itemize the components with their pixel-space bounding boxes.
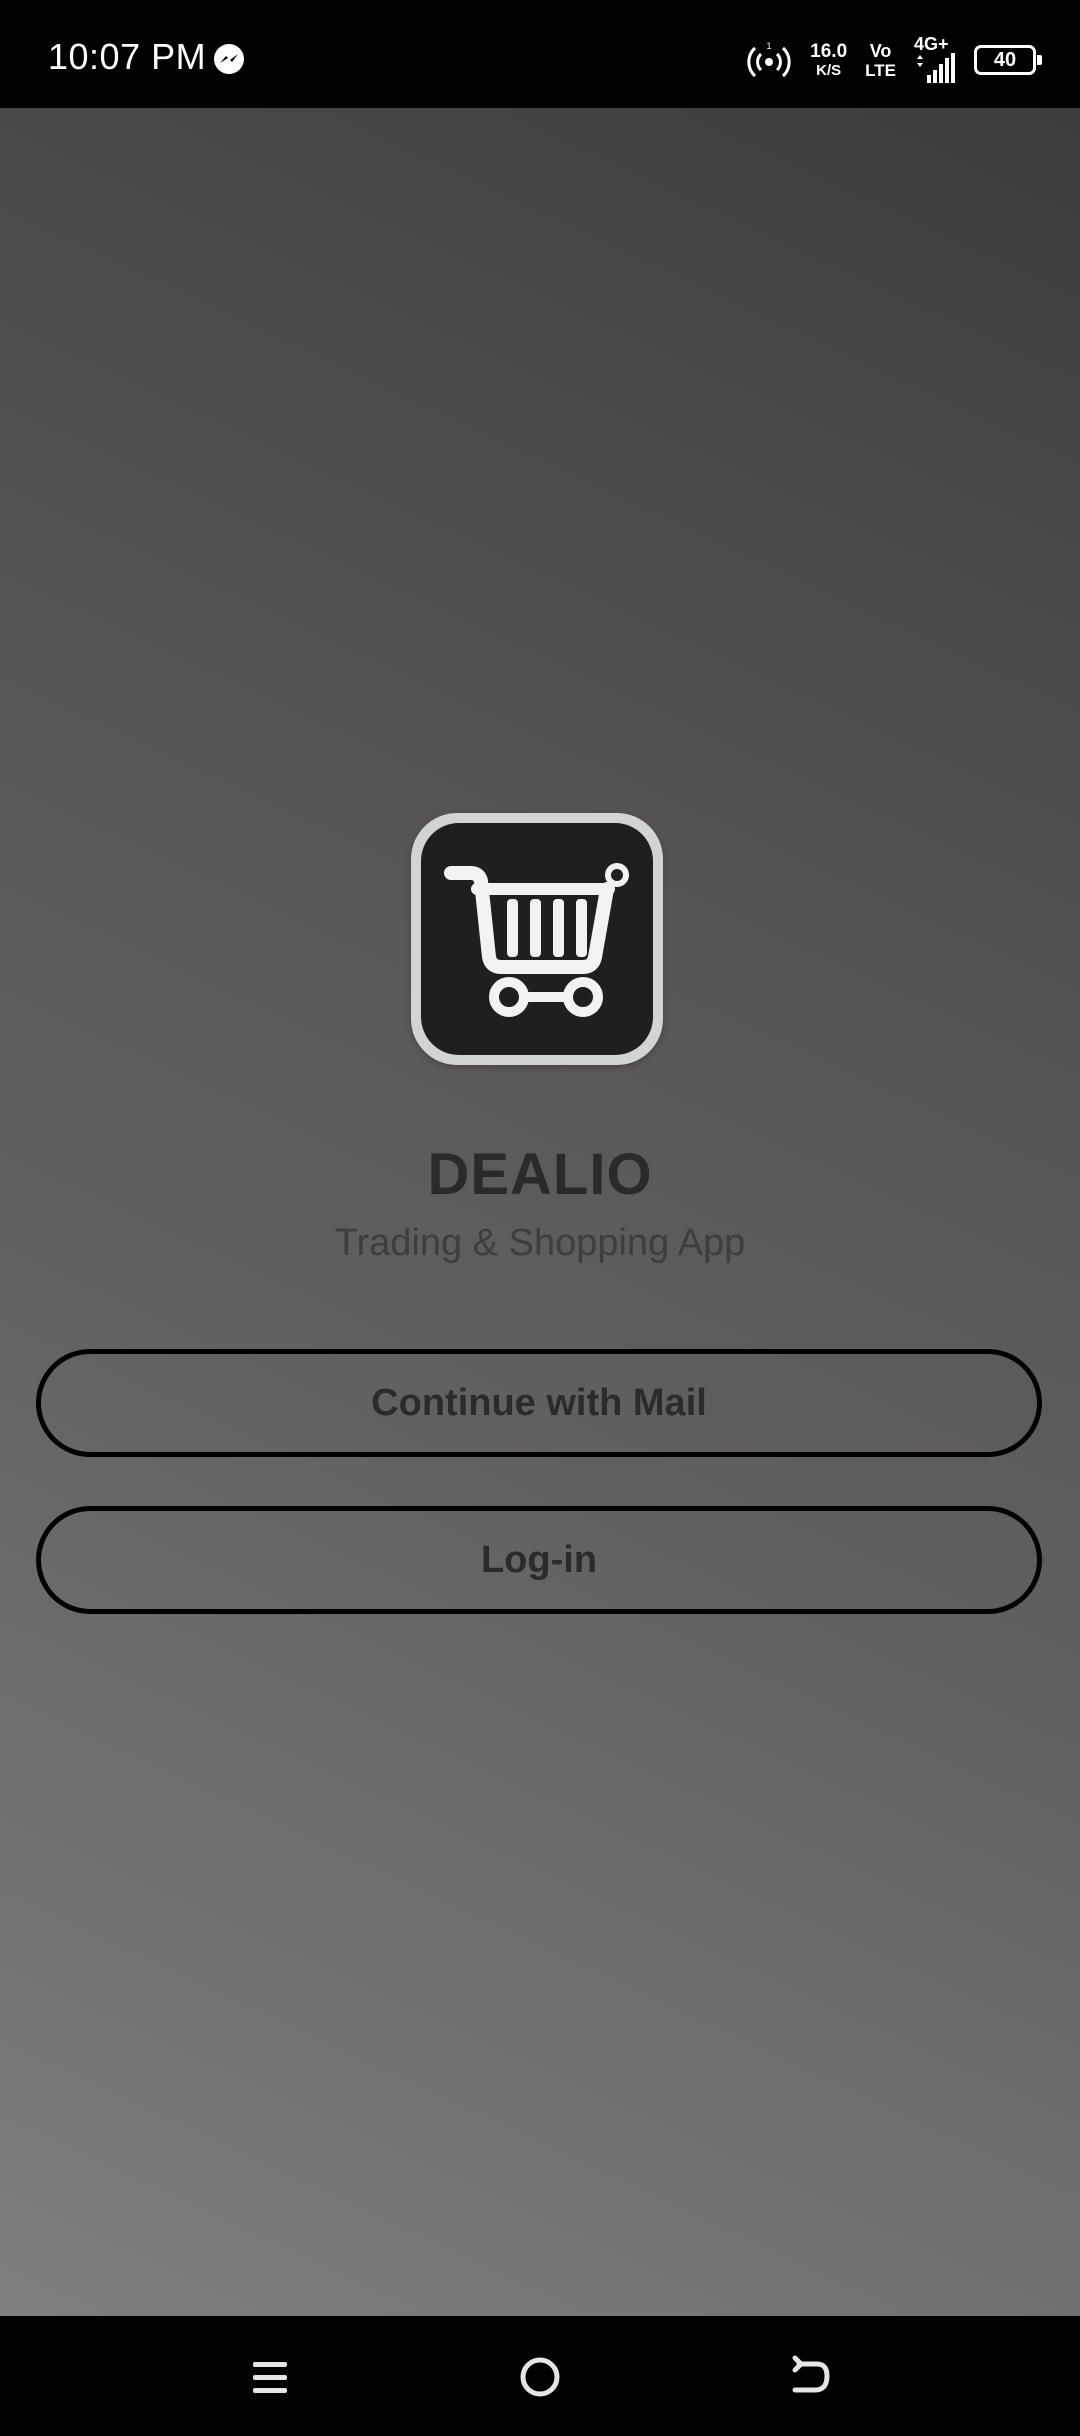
back-icon[interactable]	[787, 2354, 833, 2400]
continue-with-mail-button[interactable]: Continue with Mail	[36, 1349, 1042, 1457]
status-time: 10:07 PM	[48, 36, 207, 77]
app-logo	[411, 813, 663, 1065]
volte-indicator: Vo LTE	[865, 42, 896, 79]
welcome-screen: DEALIO Trading & Shopping App Continue w…	[0, 108, 1080, 2316]
network-indicator: 4G+	[914, 35, 956, 85]
speed-value: 16.0	[810, 41, 848, 62]
app-tagline: Trading & Shopping App	[334, 1222, 746, 1264]
battery-level: 40	[993, 48, 1017, 71]
hotspot-icon: 1	[747, 41, 791, 78]
network-speed: 16.0 K/S	[810, 42, 847, 78]
signal-icon	[917, 53, 955, 83]
shopping-cart-icon	[444, 863, 629, 1017]
login-button[interactable]: Log-in	[36, 1506, 1042, 1614]
messenger-icon	[214, 44, 244, 74]
app-name: DEALIO	[427, 1142, 653, 1207]
status-indicators: 1 16.0 K/S Vo LTE 4G+ 40	[746, 30, 1042, 90]
network-type: 4G+	[914, 34, 949, 54]
menu-icon[interactable]	[247, 2354, 293, 2400]
system-nav-bar	[0, 2316, 1080, 2436]
volte-top: Vo	[869, 40, 892, 61]
battery-indicator: 40	[974, 45, 1042, 75]
speed-unit: K/S	[816, 62, 842, 79]
home-icon[interactable]	[517, 2354, 563, 2400]
status-bar: 10:07 PM 1 16.0 K/S Vo LTE 4G+ 40	[0, 0, 1080, 108]
volte-bottom: LTE	[865, 60, 896, 80]
hotspot-badge: 1	[767, 41, 772, 51]
